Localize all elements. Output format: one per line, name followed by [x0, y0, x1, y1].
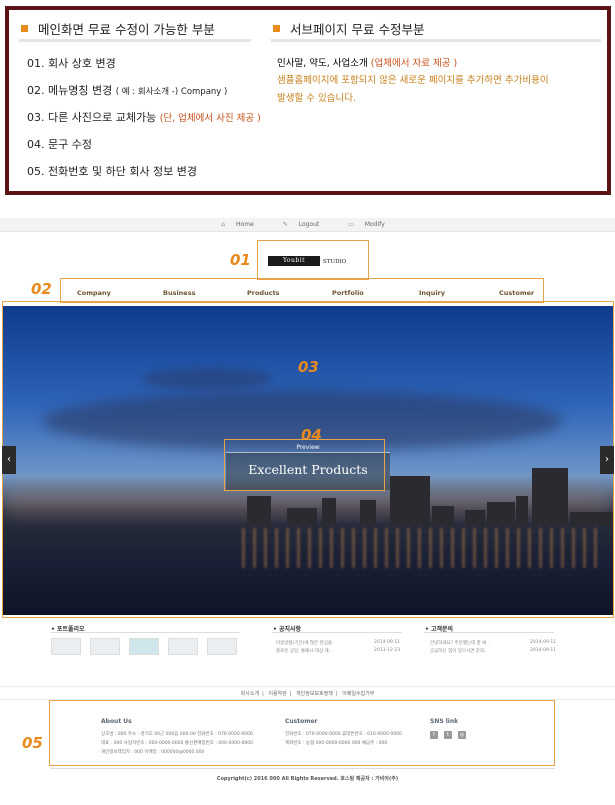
inquiry-item[interactable]: 궁금하신 점이 있으시면 문의.. 2014-09-11 [430, 648, 556, 654]
portfolio-thumb-5[interactable] [207, 638, 237, 655]
sub-edit-heading: 서브페이지 무료 수정부분 [271, 10, 601, 42]
portfolio-thumb-3[interactable] [129, 638, 159, 655]
footer-links: 회사소개 | 이용약관 | 개인정보보호정책 | 이메일수집거부 [0, 686, 615, 700]
nav-customer[interactable]: Customer [499, 289, 534, 297]
slider-prev-button[interactable]: ‹ [2, 446, 16, 474]
main-edit-item-4: 04. 문구 수정 [27, 138, 92, 151]
bullet-square-icon [273, 25, 280, 32]
notice-item[interactable]: 이용방법(기안)에 많은 관심을 2014-09-11 [276, 640, 400, 646]
about-heading: About Us [101, 718, 132, 725]
twitter-icon[interactable]: t [444, 731, 452, 739]
badge-02: 02 [31, 280, 52, 298]
sns-heading: SNS link [430, 718, 459, 725]
caption-frame [224, 439, 385, 491]
footer-link-company[interactable]: 회사소개 [241, 691, 259, 697]
footer-link-email[interactable]: 이메일수집거부 [342, 691, 374, 697]
nav-company[interactable]: Company [77, 289, 111, 297]
nav-products[interactable]: Products [247, 289, 280, 297]
footer-link-privacy[interactable]: 개인정보보호정책 [296, 691, 333, 697]
portfolio-thumb-4[interactable] [168, 638, 198, 655]
copyright: Copyright(c) 2016 000 All Rights Reserve… [216, 776, 399, 782]
customer-heading: Customer [285, 718, 318, 725]
nav-inquiry[interactable]: Inquiry [419, 289, 445, 297]
nav-business[interactable]: Business [163, 289, 195, 297]
notice-item[interactable]: 홈로운 곳당, 통례사 대상 개.. 2013-12-23 [276, 648, 400, 654]
sub-edit-line-2: 샘플홈페이지에 포함되지 않은 새로운 페이지를 추가하면 추가비용이 [277, 75, 549, 86]
about-line: 개인정보책임자 : 000 이메일 : 000000@0000.000 [101, 750, 205, 755]
main-nav: Company Business Products Portfolio Inqu… [60, 278, 544, 303]
customer-line: 전화번호 : 070-0000-0000 휴대폰번호 : 010-0000-00… [285, 732, 402, 737]
slider-next-button[interactable]: › [600, 446, 614, 474]
home-icon: ⌂ [221, 221, 226, 228]
card-icon: ▭ [348, 221, 354, 228]
badge-01: 01 [230, 251, 251, 269]
modify-link[interactable]: ▭ Modify [348, 221, 394, 228]
main-edit-item-3: 03. 다른 사진으로 교체가능 (단, 업체에서 사진 제공 ) [27, 111, 261, 124]
sub-edit-line-3: 발생할 수 있습니다. [277, 93, 356, 104]
facebook-icon[interactable]: f [430, 731, 438, 739]
main-edit-item-2: 02. 메뉴명칭 변경 ( 예 : 회사소개 -) Company ) [27, 84, 228, 97]
main-edit-section: 메인화면 무료 수정이 가능한 부분 01. 회사 상호 변경 02. 메뉴명칭… [19, 10, 261, 178]
utility-bar: ⌂ Home ✎ Logout ▭ Modify [0, 218, 615, 232]
inquiry-item[interactable]: 안녕하세요? 주문했는데 잘 봐.. 2014-09-11 [430, 640, 556, 646]
site-logo[interactable]: Youbit [268, 256, 320, 266]
bullet-square-icon [21, 25, 28, 32]
about-line: 상호명 : 000 주소 : 경기도 00군 000읍 000-00 전화번호 … [101, 732, 253, 737]
instagram-icon[interactable]: ◎ [458, 731, 466, 739]
edit-icon: ✎ [282, 221, 288, 228]
main-edit-item-5: 05. 전화번호 및 하단 회사 정보 변경 [27, 165, 198, 178]
sub-edit-line-1: 인사말, 약도, 사업소개 (업체에서 자료 제공 ) [277, 58, 458, 69]
footer-link-terms[interactable]: 이용약관 [268, 691, 286, 697]
portfolio-thumb-1[interactable] [51, 638, 81, 655]
sub-edit-section: 서브페이지 무료 수정부분 인사말, 약도, 사업소개 (업체에서 자료 제공 … [271, 10, 601, 104]
about-line: 대표 : 000 사업자번호 : 000-0000-0000 통신판매업번호 :… [101, 741, 254, 746]
portfolio-thumb-2[interactable] [90, 638, 120, 655]
nav-portfolio[interactable]: Portfolio [332, 289, 364, 297]
site-logo-suffix: STUDIO [323, 259, 347, 265]
main-edit-item-1: 01. 회사 상호 변경 [27, 57, 116, 70]
logout-link[interactable]: ✎ Logout [283, 221, 329, 228]
customer-line: 계좌번호 : 농협 000-0000-0000 000 예금주 : 000 [285, 741, 388, 746]
badge-05: 05 [22, 734, 43, 752]
home-link[interactable]: ⌂ Home [221, 221, 263, 228]
edit-info-panel: 메인화면 무료 수정이 가능한 부분 01. 회사 상호 변경 02. 메뉴명칭… [5, 6, 611, 195]
main-edit-heading: 메인화면 무료 수정이 가능한 부분 [19, 10, 251, 42]
